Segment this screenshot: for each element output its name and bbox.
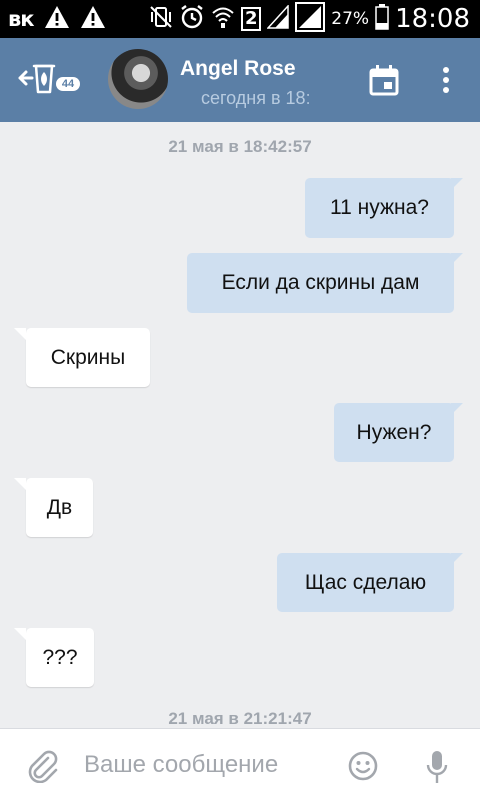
attachment-icon [28, 750, 58, 784]
calendar-icon [369, 65, 399, 96]
signal-icon [266, 3, 290, 34]
message-incoming[interactable]: ??? [14, 628, 94, 687]
signal-icon [295, 1, 326, 37]
alarm-icon [179, 4, 205, 35]
emoji-icon [348, 751, 378, 781]
peer-last-seen: сегодня в 18: [201, 88, 311, 108]
message-outgoing[interactable]: Щас сделаю [277, 553, 463, 612]
message-input[interactable] [84, 747, 334, 783]
unread-count-badge: 44 [56, 77, 80, 91]
peer-name[interactable]: Angel Rose [180, 57, 296, 81]
battery-percent: 27% [331, 9, 370, 29]
attach-button[interactable] [26, 749, 60, 784]
sim-number-badge: 2 [241, 7, 262, 31]
message-outgoing[interactable]: Нужен? [334, 403, 463, 462]
vk-logo-icon: вк [8, 7, 35, 31]
clock-time: 18:08 [395, 4, 470, 34]
wifi-icon [211, 4, 235, 35]
message-outgoing[interactable]: 11 нужна? [305, 178, 463, 238]
message-incoming[interactable]: Скрины [14, 328, 150, 387]
voice-message-button[interactable] [425, 749, 449, 785]
avatar[interactable] [108, 49, 168, 109]
date-separator: 21 мая в 18:42:57 [168, 137, 312, 156]
warning-icon [44, 5, 70, 34]
emoji-button[interactable] [347, 750, 379, 782]
warning-icon [80, 5, 106, 34]
message-composer [0, 728, 480, 801]
status-bar: вк 2 27% 18:08 [0, 0, 480, 38]
status-bar-right: 2 27% 18:08 [149, 1, 470, 37]
microphone-icon [426, 751, 448, 783]
message-incoming[interactable]: Дв [14, 478, 93, 537]
status-bar-left: вк [8, 4, 106, 34]
calendar-button[interactable] [368, 64, 400, 96]
vibrate-mute-icon [149, 5, 173, 34]
chat-header: 44 Angel Rose сегодня в 18: [0, 38, 480, 122]
date-separator: 21 мая в 21:21:47 [168, 709, 312, 728]
more-options-button[interactable] [436, 66, 456, 94]
back-button[interactable]: 44 [16, 56, 80, 104]
message-outgoing[interactable]: Если да скрины дам [187, 253, 463, 313]
more-vertical-icon [443, 67, 449, 93]
battery-icon [375, 3, 389, 35]
